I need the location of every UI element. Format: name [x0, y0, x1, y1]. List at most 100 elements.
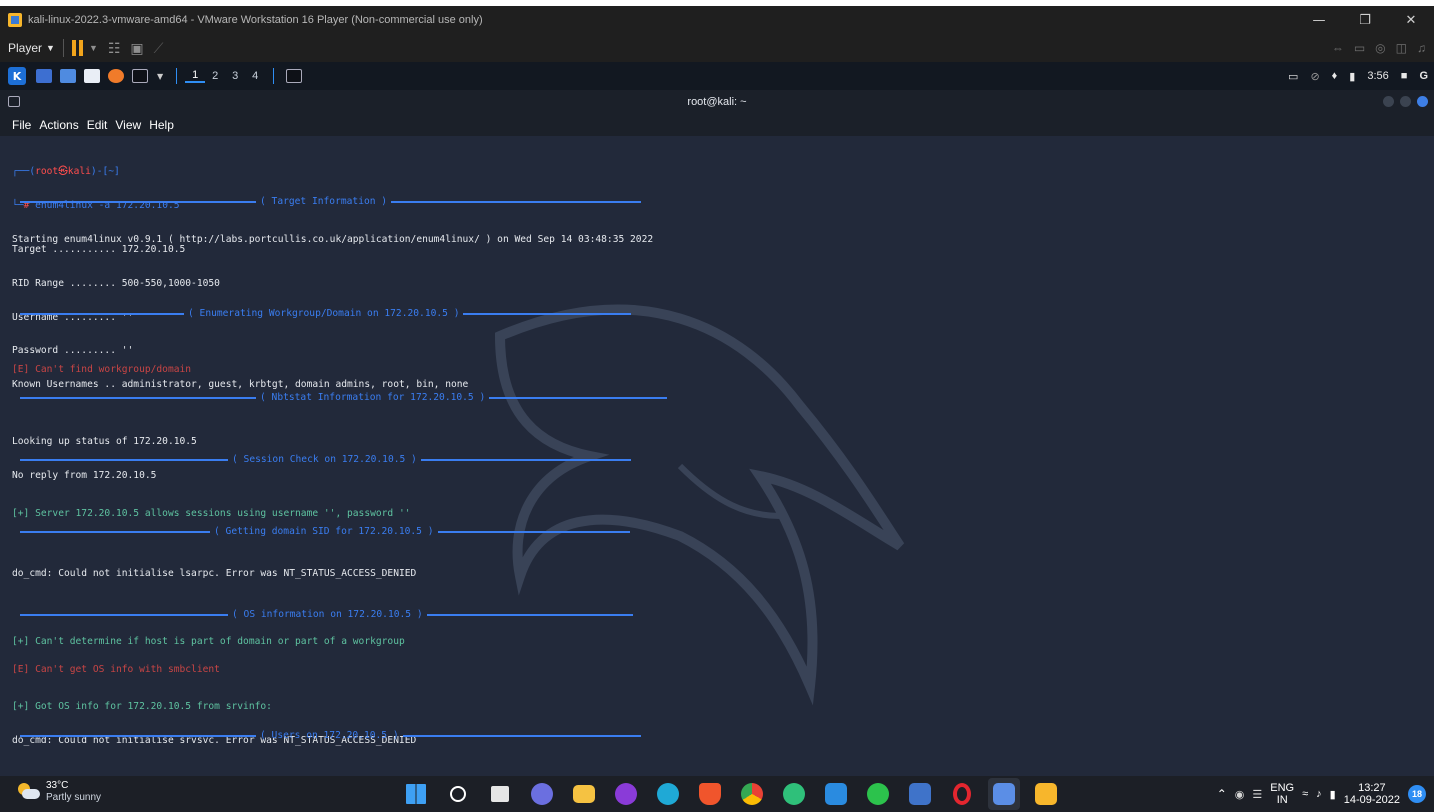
network-off-icon[interactable]: ⊘ [1310, 70, 1319, 83]
taskbar-apps [400, 778, 1062, 810]
terminal-window-controls [1383, 96, 1428, 107]
file-explorer-icon[interactable] [568, 778, 600, 810]
minimize-button[interactable]: — [1296, 6, 1342, 34]
section-banner: ( Session Check on 172.20.10.5 ) [20, 454, 631, 465]
vpn-icon[interactable] [778, 778, 810, 810]
terminal-close-button[interactable] [1417, 96, 1428, 107]
volume-icon[interactable]: ♪ [1316, 788, 1322, 800]
section-banner: ( OS information on 172.20.10.5 ) [20, 609, 633, 620]
terminal-maximize-button[interactable] [1400, 96, 1411, 107]
language-indicator[interactable]: ENG IN [1270, 782, 1294, 806]
display-device-icon[interactable]: ▭ [1354, 41, 1365, 55]
menu-file[interactable]: File [12, 118, 31, 132]
workspace-2[interactable]: 2 [205, 70, 225, 82]
fullscreen-icon[interactable]: ▣ [130, 40, 143, 57]
vmware-toolbar: Player ▼ ▼ ☷ ▣ ⟋ ⇔ ▭ ◎ ◫ ♫ [0, 34, 1434, 62]
terminal-menubar: File Actions Edit View Help [0, 114, 1434, 136]
unity-icon[interactable]: ⟋ [154, 40, 164, 57]
os-info: [+] Got OS info for 172.20.10.5 from srv… [12, 679, 416, 769]
vpn-tray-icon[interactable]: ☰ [1252, 788, 1262, 801]
wifi-icon[interactable]: ≈ [1302, 788, 1308, 800]
vscode-icon[interactable] [820, 778, 852, 810]
network-device-icon[interactable]: ⇔ [1332, 41, 1344, 55]
vmware-taskbar-icon[interactable] [1030, 778, 1062, 810]
clock-date: 14-09-2022 [1343, 794, 1400, 806]
opera-icon[interactable] [946, 778, 978, 810]
kali-panel: K ▼ 1 2 3 4 ▭ ⊘ ♦ ▮ 3:56 ■ G [0, 62, 1434, 90]
menu-help[interactable]: Help [149, 118, 174, 132]
firefox-icon[interactable] [108, 69, 124, 83]
prompt-user: root㉿kali [35, 166, 91, 178]
success-line: [+] Server 172.20.10.5 allows sessions u… [12, 508, 411, 520]
panel-divider [273, 68, 275, 84]
window-icon[interactable]: ▭ [1288, 70, 1298, 83]
output-line: No reply from 172.20.10.5 [12, 470, 157, 481]
power-icon[interactable]: G [1419, 70, 1428, 82]
workspace-3[interactable]: 3 [225, 70, 245, 82]
terminal-icon[interactable] [132, 69, 148, 83]
brave-icon[interactable] [694, 778, 726, 810]
start-button[interactable] [400, 778, 432, 810]
output-line: RID Range ........ 500-550,1000-1050 [12, 278, 220, 289]
toolbar-divider [62, 39, 64, 57]
app-tray-icon[interactable]: ◉ [1235, 788, 1245, 801]
pause-icon[interactable] [71, 40, 84, 56]
taskbar-clock[interactable]: 13:27 14-09-2022 [1344, 782, 1400, 806]
whatsapp-icon[interactable] [862, 778, 894, 810]
media-player-icon[interactable] [610, 778, 642, 810]
menu-edit[interactable]: Edit [87, 118, 108, 132]
output-line: Looking up status of 172.20.10.5 [12, 436, 197, 448]
pause-dropdown-icon[interactable]: ▼ [89, 43, 98, 53]
terminal-task-icon[interactable] [286, 69, 303, 83]
search-icon[interactable] [442, 778, 474, 810]
chrome-icon[interactable] [736, 778, 768, 810]
usb-device-icon[interactable]: ◫ [1396, 41, 1407, 55]
terminal-title: root@kali: ~ [687, 96, 747, 108]
vmware-logo-icon [8, 13, 22, 27]
maximize-button[interactable]: ❐ [1342, 6, 1388, 34]
cd-device-icon[interactable]: ◎ [1375, 41, 1385, 55]
edge-icon[interactable] [652, 778, 684, 810]
section-banner: ( Target Information ) [20, 196, 642, 207]
panel-tray: ▭ ⊘ ♦ ▮ 3:56 ■ G [1288, 62, 1428, 90]
player-menu[interactable]: Player ▼ [8, 41, 55, 55]
chevron-down-icon[interactable]: ▼ [157, 72, 163, 81]
show-desktop-icon[interactable] [36, 69, 52, 83]
file-manager-icon[interactable] [60, 69, 76, 83]
section-banner: ( Enumerating Workgroup/Domain on 172.20… [20, 308, 632, 319]
battery-icon[interactable]: ▮ [1349, 70, 1355, 83]
kali-menu-icon[interactable]: K [8, 67, 26, 85]
device-icons: ⇔ ▭ ◎ ◫ ♫ [1332, 34, 1426, 62]
task-view-icon[interactable] [484, 778, 516, 810]
text-editor-icon[interactable] [84, 69, 100, 83]
workspace-1[interactable]: 1 [185, 69, 206, 83]
workgroup-error: [E] Can't find workgroup/domain [12, 342, 191, 398]
chat-icon[interactable] [526, 778, 558, 810]
chevron-down-icon: ▼ [46, 43, 55, 53]
send-ctrl-alt-del-icon[interactable]: ☷ [108, 40, 121, 57]
panel-divider [176, 68, 178, 84]
weather-widget[interactable]: 33°C Partly sunny [16, 780, 101, 804]
show-hidden-icons-icon[interactable]: ⌃ [1217, 787, 1227, 801]
battery-icon[interactable]: ▮ [1330, 788, 1336, 801]
workspace-4[interactable]: 4 [245, 70, 265, 82]
calculator-icon[interactable] [904, 778, 936, 810]
terminal-minimize-button[interactable] [1383, 96, 1394, 107]
menu-view[interactable]: View [115, 118, 141, 132]
terminal-output[interactable]: ┌──(root㉿kali)-[~] └─# enum4linux -a 172… [0, 136, 1434, 776]
terminal-window-icon [8, 96, 20, 107]
section-banner: ( Users on 172.20.10.5 ) [20, 730, 641, 741]
error-line: [E] Can't find workgroup/domain [12, 364, 192, 376]
menu-actions[interactable]: Actions [39, 118, 78, 132]
close-button[interactable]: ✕ [1388, 6, 1434, 34]
panel-clock[interactable]: 3:56 [1367, 70, 1388, 82]
notification-bell-icon[interactable]: ♦ [1332, 70, 1338, 82]
weather-temp: 33°C [46, 780, 69, 791]
clock-time: 13:27 [1358, 782, 1386, 794]
snipping-tool-icon[interactable] [988, 778, 1020, 810]
section-banner: ( Getting domain SID for 172.20.10.5 ) [20, 526, 630, 537]
sound-device-icon[interactable]: ♫ [1417, 41, 1426, 55]
notification-badge[interactable]: 18 [1408, 785, 1426, 803]
lock-icon[interactable]: ■ [1401, 70, 1408, 82]
output-line: Target ........... 172.20.10.5 [12, 244, 186, 256]
